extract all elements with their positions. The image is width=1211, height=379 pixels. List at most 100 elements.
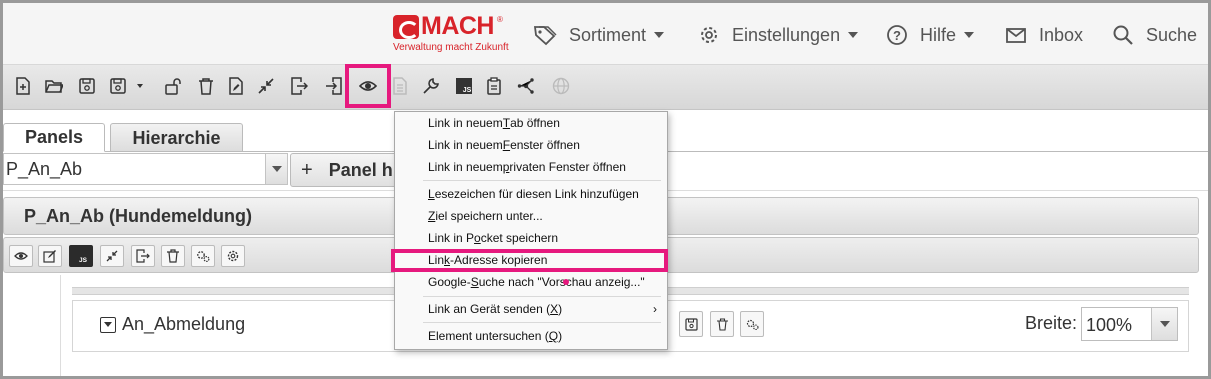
globe-disabled-icon (550, 75, 572, 97)
settings-multi-icon[interactable] (191, 245, 215, 267)
svg-text:JS: JS (463, 87, 472, 94)
menu-item-save-target[interactable]: Ziel speichern unter... (428, 206, 543, 226)
menu-text: Google- (428, 275, 471, 289)
eye-highlight-annotation (345, 64, 391, 108)
question-circle-icon: ? (887, 25, 907, 45)
expand-dropdown-icon[interactable] (100, 316, 116, 333)
menu-text: Link in neuem (428, 116, 503, 130)
delete-icon[interactable] (195, 75, 217, 97)
submenu-arrow-icon: › (653, 302, 657, 316)
menu-accesskey: T (502, 116, 511, 130)
menu-text: rivaten Fenster öffnen (509, 160, 626, 174)
menu-item-inspect-element[interactable]: Element untersuchen (Q) (428, 326, 562, 346)
panel-title: P_An_Ab (Hundemeldung) (24, 205, 252, 226)
gear-icon (701, 27, 717, 43)
menu-item-open-new-window[interactable]: Link in neuem Fenster öffnen (428, 135, 580, 155)
menu-accesskey: S (470, 275, 479, 289)
logo-text: MACH (421, 12, 495, 40)
menu-separator (423, 296, 661, 297)
width-label: Breite: (1025, 313, 1078, 333)
edit-file-icon[interactable] (225, 75, 247, 97)
chevron-down-icon (964, 32, 975, 38)
logo-tagline: Verwaltung macht Zukunft (393, 42, 509, 53)
nav-suche[interactable]: Suche (1112, 22, 1197, 48)
menu-item-send-to-device[interactable]: Link an Gerät senden (X) (428, 299, 562, 319)
menu-item-bookmark-link[interactable]: Lesezeichen für diesen Link hinzufügen (428, 184, 639, 204)
js-icon[interactable]: JS (69, 245, 93, 267)
export-icon[interactable] (288, 75, 310, 97)
tab-hierarchie[interactable]: Hierarchie (110, 123, 243, 152)
save-as-icon[interactable] (107, 75, 129, 97)
js-icon[interactable]: JS (453, 75, 475, 97)
svg-text:?: ? (893, 28, 901, 43)
collapse-icon[interactable] (255, 75, 277, 97)
nav-sortiment-label: Sortiment (569, 24, 647, 45)
graph-icon[interactable] (515, 75, 537, 97)
content-gutter (60, 275, 61, 379)
logo-mark-icon (393, 15, 419, 39)
menu-text: Link in P (428, 231, 475, 245)
unlock-icon[interactable] (162, 75, 184, 97)
document-disabled-icon (389, 75, 411, 97)
panel-select[interactable]: P_An_Ab (3, 153, 288, 185)
tab-hierarchie-label: Hierarchie (132, 127, 221, 148)
top-navigation: MACH ® Verwaltung macht Zukunft Sortimen… (3, 3, 1208, 65)
new-file-icon[interactable] (12, 75, 34, 97)
tag-icon (533, 26, 557, 46)
collapse-icon[interactable] (100, 245, 124, 267)
menu-text: uche nach "Vorschau anzeig..." (478, 275, 645, 289)
chevron-down-icon (654, 32, 665, 38)
wrench-icon[interactable] (420, 75, 442, 97)
chevron-down-icon[interactable] (1151, 308, 1177, 340)
menu-text: ) (558, 302, 563, 316)
menu-item-save-pocket[interactable]: Link in Po cket speichern (428, 228, 558, 248)
clipboard-icon[interactable] (483, 75, 505, 97)
export-icon[interactable] (131, 245, 155, 267)
menu-accesskey: L (428, 187, 435, 201)
menu-item-google-search[interactable]: Google- Suche nach "Vorschau anzeig..." (428, 272, 645, 292)
envelope-icon (1006, 28, 1026, 43)
chevron-down-icon (848, 32, 859, 38)
plus-icon: + (301, 158, 313, 181)
menu-item-open-new-tab[interactable]: Link in neuem Tab öffnen (428, 113, 560, 133)
save-icon[interactable] (679, 311, 703, 337)
nav-hilfe-label: Hilfe (920, 24, 957, 45)
eye-icon[interactable] (9, 245, 33, 267)
nav-suche-label: Suche (1146, 24, 1198, 45)
gear-icon[interactable] (221, 245, 245, 267)
delete-icon[interactable] (710, 311, 734, 337)
settings-multi-icon[interactable] (740, 311, 764, 337)
menu-text: iel speichern unter... (435, 209, 543, 223)
delete-icon[interactable] (161, 245, 185, 267)
width-select[interactable]: 100% (1081, 307, 1178, 341)
menu-accesskey: F (502, 138, 511, 152)
chevron-down-icon[interactable] (265, 154, 287, 184)
menu-item-open-private-window[interactable]: Link in neuem p rivaten Fenster öffnen (428, 157, 626, 177)
menu-accesskey: o (474, 231, 481, 245)
add-panel-label: Panel h (328, 159, 393, 180)
import-icon[interactable] (323, 75, 345, 97)
mach-logo[interactable]: MACH ® Verwaltung macht Zukunft (393, 12, 513, 57)
edit-icon[interactable] (38, 245, 62, 267)
search-icon (1113, 25, 1133, 45)
element-header[interactable]: An_Abmeldung (100, 314, 245, 335)
menu-accesskey: X (550, 302, 559, 316)
element-title: An_Abmeldung (122, 314, 246, 334)
open-folder-icon[interactable] (43, 75, 65, 97)
copy-link-highlight-annotation (391, 249, 668, 272)
menu-text: ab öffnen (510, 116, 560, 130)
nav-inbox[interactable]: Inbox (1005, 22, 1083, 48)
main-toolbar: JS (3, 65, 1208, 110)
nav-hilfe[interactable]: ? Hilfe (886, 22, 975, 48)
menu-text: enster öffnen (510, 138, 580, 152)
nav-inbox-label: Inbox (1039, 24, 1084, 45)
cursor-marker (563, 279, 569, 285)
nav-sortiment[interactable]: Sortiment (533, 22, 665, 48)
save-icon[interactable] (76, 75, 98, 97)
tab-panels[interactable]: Panels (3, 123, 105, 152)
nav-einstellungen-label: Einstellungen (732, 24, 841, 45)
save-as-dropdown-icon[interactable] (137, 84, 143, 88)
context-menu: Link in neuem Tab öffnen Link in neuem F… (394, 111, 668, 350)
logo-registered: ® (497, 15, 503, 24)
nav-einstellungen[interactable]: Einstellungen (698, 22, 859, 48)
